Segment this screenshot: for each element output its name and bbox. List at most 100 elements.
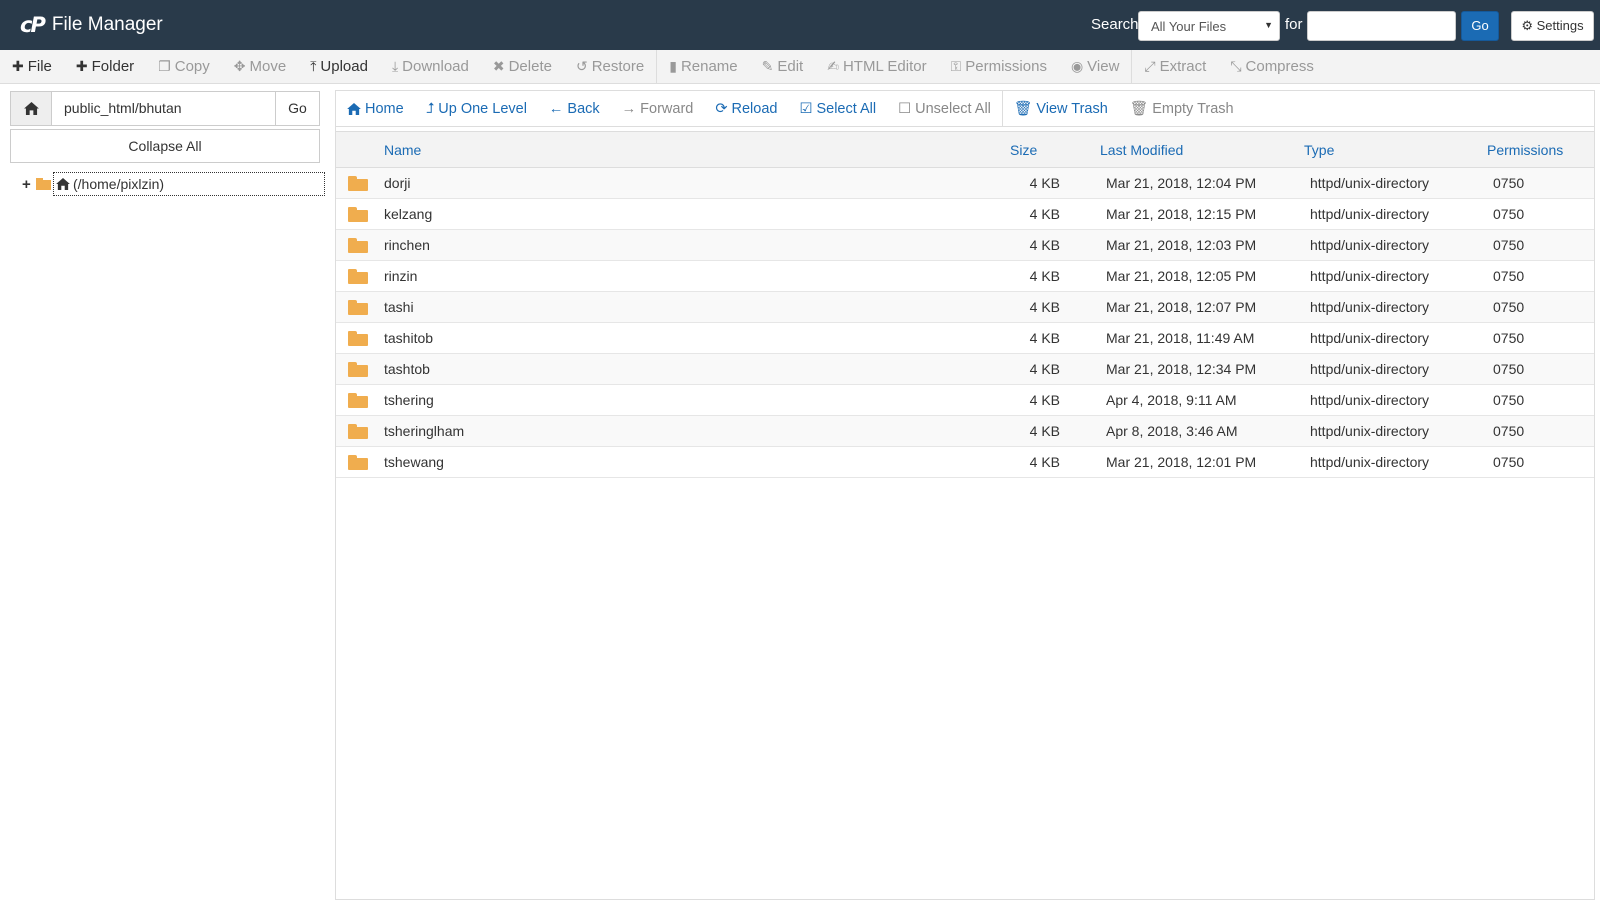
html-editor-label: HTML Editor: [842, 58, 927, 75]
folder-icon-cell: [336, 260, 378, 292]
brand[interactable]: cP File Manager: [20, 13, 163, 37]
table-row[interactable]: tshering 4 KB Apr 4, 2018, 9:11 AM httpd/un…: [336, 384, 1594, 416]
home-button[interactable]: Home: [336, 91, 415, 127]
restore-button[interactable]: ↺ Restore: [564, 50, 656, 84]
file-list-panel: Home ⮥ Up One Level ← Back → Forward ⟳ R…: [335, 90, 1595, 900]
file-size: 4 KB: [1000, 446, 1100, 478]
table-row[interactable]: rinzin 4 KB Mar 21, 2018, 12:05 PM httpd/un…: [336, 260, 1594, 292]
file-permissions[interactable]: 0750: [1487, 353, 1594, 385]
file-permissions[interactable]: 0750: [1487, 260, 1594, 292]
file-name[interactable]: tshewang: [378, 446, 1000, 478]
path-go-button[interactable]: Go: [275, 92, 319, 125]
search-input[interactable]: [1307, 11, 1456, 41]
view-trash-label: View Trash: [1036, 100, 1108, 117]
settings-label: Settings: [1536, 18, 1584, 33]
folder-icon-cell: [336, 446, 378, 478]
type-column-header[interactable]: Type: [1304, 131, 1487, 168]
unselect-all-label: Unselect All: [915, 100, 991, 117]
path-input[interactable]: public_html/bhutan: [52, 92, 275, 125]
search-label: Search: [1091, 16, 1139, 33]
file-name[interactable]: rinzin: [378, 260, 1000, 292]
folder-icon: [348, 300, 368, 316]
permissions-button[interactable]: ⚿ Permissions: [939, 50, 1059, 84]
folder-icon: [348, 176, 368, 192]
table-row[interactable]: kelzang 4 KB Mar 21, 2018, 12:15 PM httpd/u…: [336, 198, 1594, 230]
file-permissions[interactable]: 0750: [1487, 167, 1594, 199]
file-permissions[interactable]: 0750: [1487, 229, 1594, 261]
expand-icon: ⤢: [1144, 58, 1156, 74]
directory-tree-root[interactable]: + (/home/pixlzin): [22, 172, 325, 196]
icon-column-header: [336, 131, 378, 168]
checkbox-empty-icon: ☐: [898, 100, 912, 117]
file-permissions[interactable]: 0750: [1487, 384, 1594, 416]
plus-icon: ✚: [12, 58, 24, 74]
upload-label: Upload: [320, 58, 368, 75]
folder-icon-cell: [336, 229, 378, 261]
table-row[interactable]: tshewang 4 KB Mar 21, 2018, 12:01 PM httpd/…: [336, 446, 1594, 478]
move-button[interactable]: ✥ Move: [222, 50, 298, 84]
upload-button[interactable]: ⤒ Upload: [298, 50, 380, 84]
reload-label: Reload: [731, 100, 778, 117]
file-permissions[interactable]: 0750: [1487, 322, 1594, 354]
table-row[interactable]: rinchen 4 KB Mar 21, 2018, 12:03 PM httpd/u…: [336, 229, 1594, 261]
file-type: httpd/unix-directory: [1304, 260, 1487, 292]
file-name[interactable]: tshering: [378, 384, 1000, 416]
file-name[interactable]: tashtob: [378, 353, 1000, 385]
modified-column-header[interactable]: Last Modified: [1100, 131, 1304, 168]
extract-button[interactable]: ⤢ Extract: [1132, 50, 1218, 84]
file-size: 4 KB: [1000, 415, 1100, 447]
new-folder-button[interactable]: ✚ Folder: [64, 50, 146, 84]
table-row[interactable]: tashtob 4 KB Mar 21, 2018, 12:34 PM httpd/u…: [336, 353, 1594, 385]
table-row[interactable]: dorji 4 KB Mar 21, 2018, 12:04 PM httpd/uni…: [336, 167, 1594, 199]
unselect-all-button[interactable]: ☐ Unselect All: [887, 91, 1002, 127]
delete-button[interactable]: ✖ Delete: [481, 50, 564, 84]
search-scope-select[interactable]: All Your Files ▼: [1138, 11, 1280, 41]
view-trash-button[interactable]: 🗑 View Trash: [1003, 91, 1119, 127]
tree-root-path: (/home/pixlzin): [73, 176, 165, 192]
table-row[interactable]: tashitob 4 KB Mar 21, 2018, 11:49 AM httpd/…: [336, 322, 1594, 354]
tree-root-label[interactable]: (/home/pixlzin): [53, 172, 325, 196]
folder-icon-cell: [336, 384, 378, 416]
file-permissions[interactable]: 0750: [1487, 415, 1594, 447]
forward-button[interactable]: → Forward: [611, 91, 705, 127]
view-button[interactable]: ◉ View: [1059, 50, 1131, 84]
edit-button[interactable]: ✎ Edit: [750, 50, 816, 84]
html-editor-button[interactable]: ✍ HTML Editor: [815, 50, 938, 84]
file-type: httpd/unix-directory: [1304, 353, 1487, 385]
reload-button[interactable]: ⟳ Reload: [704, 91, 788, 127]
home-directory-button[interactable]: [11, 92, 52, 125]
empty-trash-button[interactable]: 🗑 Empty Trash: [1119, 91, 1245, 127]
up-one-level-button[interactable]: ⮥ Up One Level: [415, 91, 538, 127]
folder-icon-cell: [336, 322, 378, 354]
file-name[interactable]: tashi: [378, 291, 1000, 323]
file-permissions[interactable]: 0750: [1487, 291, 1594, 323]
file-name[interactable]: tashitob: [378, 322, 1000, 354]
expand-icon[interactable]: +: [22, 176, 34, 193]
delete-label: Delete: [508, 58, 552, 75]
folder-icon-cell: [336, 198, 378, 230]
file-permissions[interactable]: 0750: [1487, 198, 1594, 230]
compress-button[interactable]: ⤡ Compress: [1218, 50, 1326, 84]
download-icon: ⤓: [391, 58, 399, 74]
copy-button[interactable]: ❐ Copy: [146, 50, 222, 84]
file-permissions[interactable]: 0750: [1487, 446, 1594, 478]
download-button[interactable]: ⤓ Download: [380, 50, 481, 84]
file-name[interactable]: rinchen: [378, 229, 1000, 261]
file-name[interactable]: kelzang: [378, 198, 1000, 230]
name-column-header[interactable]: Name: [378, 131, 1000, 168]
rename-button[interactable]: ▮ Rename: [657, 50, 749, 84]
restore-label: Restore: [591, 58, 645, 75]
size-column-header[interactable]: Size: [1000, 131, 1100, 168]
file-type: httpd/unix-directory: [1304, 322, 1487, 354]
file-name[interactable]: tsheringlham: [378, 415, 1000, 447]
search-go-button[interactable]: Go: [1461, 11, 1499, 41]
file-name[interactable]: dorji: [378, 167, 1000, 199]
select-all-button[interactable]: ☑ Select All: [788, 91, 887, 127]
settings-button[interactable]: ⚙ Settings: [1511, 11, 1594, 41]
new-file-button[interactable]: ✚ File: [0, 50, 64, 84]
table-row[interactable]: tashi 4 KB Mar 21, 2018, 12:07 PM httpd/uni…: [336, 291, 1594, 323]
collapse-all-button[interactable]: Collapse All: [10, 129, 320, 163]
permissions-column-header[interactable]: Permissions: [1487, 131, 1594, 168]
table-row[interactable]: tsheringlham 4 KB Apr 8, 2018, 3:46 AM http…: [336, 415, 1594, 447]
back-button[interactable]: ← Back: [538, 91, 611, 127]
